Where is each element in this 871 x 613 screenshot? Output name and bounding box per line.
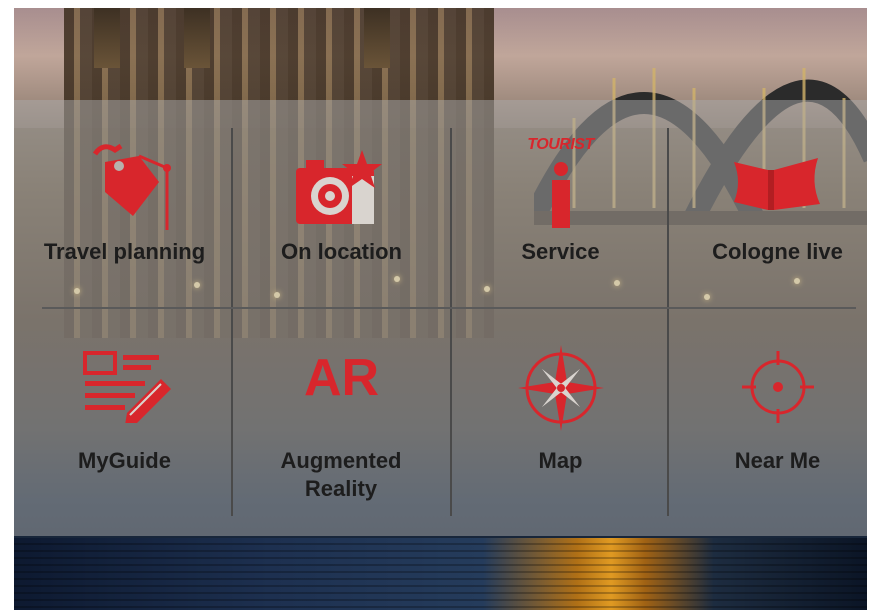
ticket-icon: [728, 152, 828, 222]
menu-label: Map: [538, 448, 583, 473]
menu-label: Travel planning: [43, 239, 206, 264]
divider: [450, 128, 452, 308]
menu-label: Service: [521, 239, 600, 264]
menu-label: Near Me: [734, 448, 821, 473]
tourist-info-icon: TOURIST: [506, 136, 616, 232]
menu-tile-near-me[interactable]: Near Me: [671, 309, 867, 516]
main-menu-grid: Travel planning On location TOURIST Serv…: [14, 100, 867, 536]
luggage-tag-icon: [75, 142, 175, 232]
ar-icon: AR: [303, 349, 380, 407]
background-river: [14, 538, 867, 610]
notes-pencil-icon: [75, 343, 175, 425]
menu-tile-myguide[interactable]: MyGuide: [18, 309, 231, 516]
crosshair-icon: [733, 347, 823, 427]
menu-tile-travel-planning[interactable]: Travel planning: [18, 100, 231, 307]
menu-label: Augmented Reality: [280, 448, 402, 501]
menu-tile-on-location[interactable]: On location: [235, 100, 448, 307]
menu-tile-service[interactable]: TOURIST Service: [454, 100, 667, 307]
menu-tile-cologne-live[interactable]: Cologne live: [671, 100, 867, 307]
divider: [450, 309, 452, 516]
compass-rose-icon: [516, 343, 606, 433]
menu-label: Cologne live: [712, 239, 843, 264]
menu-label: MyGuide: [78, 448, 171, 473]
divider: [667, 309, 669, 516]
divider: [231, 128, 233, 308]
divider: [231, 309, 233, 516]
app-screen: Travel planning On location TOURIST Serv…: [14, 8, 867, 610]
menu-tile-augmented-reality[interactable]: AR Augmented Reality: [235, 309, 448, 516]
divider: [667, 128, 669, 308]
menu-tile-map[interactable]: Map: [454, 309, 667, 516]
menu-label: On location: [281, 239, 402, 264]
camera-icon: [292, 140, 392, 230]
